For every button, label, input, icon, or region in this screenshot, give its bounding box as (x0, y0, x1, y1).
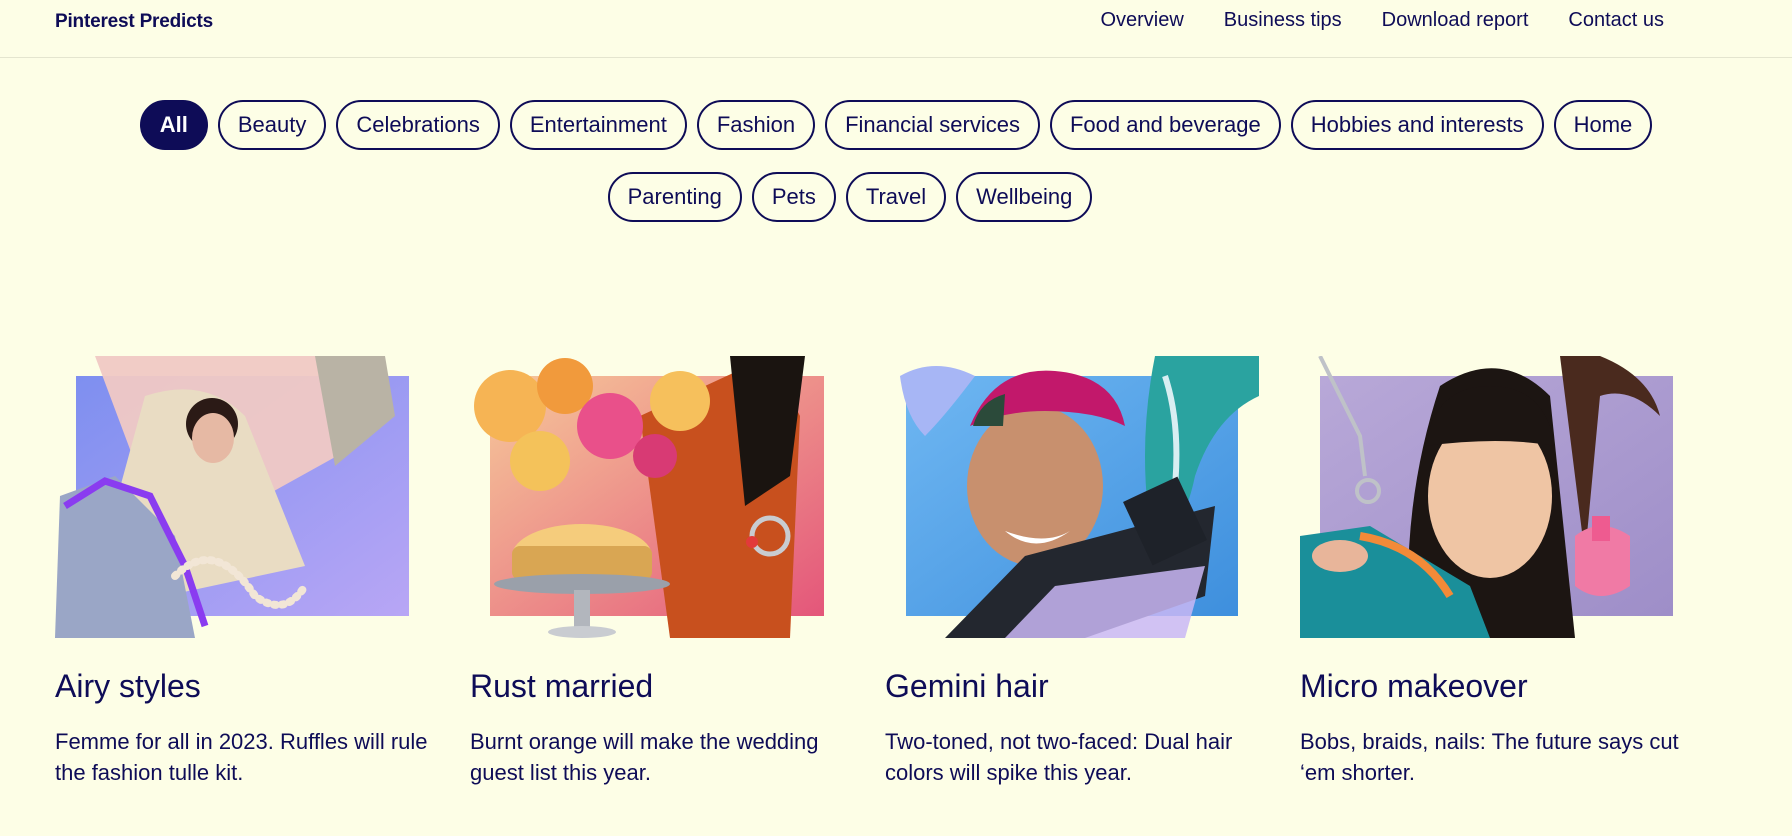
filter-chip-home[interactable]: Home (1553, 100, 1653, 150)
filter-chip-wellbeing[interactable]: Wellbeing (956, 172, 1093, 222)
filter-chip-travel[interactable]: Travel (845, 172, 947, 222)
trend-card-gemini-hair[interactable]: Gemini hair Two-toned, not two-faced: Du… (885, 356, 1265, 785)
filter-chip-celebrations[interactable]: Celebrations (336, 100, 500, 150)
nav-overview[interactable]: Overview (1100, 9, 1183, 32)
filter-chip-all[interactable]: All (139, 100, 208, 150)
brand-logo-text[interactable]: Pinterest Predicts (55, 11, 213, 33)
filter-chip-beauty[interactable]: Beauty (217, 100, 327, 150)
trend-image-micro-makeover[interactable] (1300, 355, 1680, 638)
trend-image-rust-married[interactable] (470, 356, 850, 638)
category-filter-row-1: All Beauty Celebrations Entertainment Fa… (0, 100, 1792, 150)
filter-chip-hobbies-and-interests[interactable]: Hobbies and interests (1290, 100, 1544, 150)
card-title[interactable]: Rust married (470, 668, 653, 705)
collage-gemini-hair (900, 356, 1259, 638)
category-filter-row-2: Parenting Pets Travel Wellbeing (0, 172, 1746, 222)
nav-download-report[interactable]: Download report (1382, 9, 1529, 32)
card-title[interactable]: Airy styles (55, 668, 201, 705)
filter-chip-fashion[interactable]: Fashion (696, 100, 816, 150)
nav-contact-us[interactable]: Contact us (1568, 9, 1664, 32)
card-description: Femme for all in 2023. Ruffles will rule… (55, 729, 428, 785)
filter-chip-pets[interactable]: Pets (751, 172, 836, 222)
filter-chip-food-and-beverage[interactable]: Food and beverage (1049, 100, 1281, 150)
main-nav: Overview Business tips Download report C… (1100, 9, 1664, 32)
nav-business-tips[interactable]: Business tips (1224, 9, 1342, 32)
trend-card-micro-makeover[interactable]: Micro makeover Bobs, braids, nails: The … (1300, 355, 1680, 785)
card-description: Two-toned, not two-faced: Dual hair colo… (885, 729, 1233, 785)
collage-rust-married (474, 356, 824, 638)
card-title[interactable]: Gemini hair (885, 668, 1049, 705)
trend-card-rust-married[interactable]: Rust married Burnt orange will make the … (470, 356, 850, 785)
top-navigation-bar: Pinterest Predicts Overview Business tip… (0, 0, 1792, 58)
trend-image-airy-styles[interactable] (55, 356, 435, 638)
card-description: Bobs, braids, nails: The future says cut… (1300, 729, 1679, 785)
card-title[interactable]: Micro makeover (1300, 668, 1528, 705)
filter-chip-parenting[interactable]: Parenting (607, 172, 742, 222)
trend-image-gemini-hair[interactable] (885, 356, 1265, 638)
card-description: Burnt orange will make the wedding guest… (470, 729, 819, 785)
filter-chip-entertainment[interactable]: Entertainment (509, 100, 687, 150)
collage-airy-styles (55, 356, 409, 638)
collage-micro-makeover (1300, 355, 1673, 638)
filter-chip-financial-services[interactable]: Financial services (825, 100, 1040, 150)
trend-card-airy-styles[interactable]: Airy styles Femme for all in 2023. Ruffl… (55, 356, 435, 785)
